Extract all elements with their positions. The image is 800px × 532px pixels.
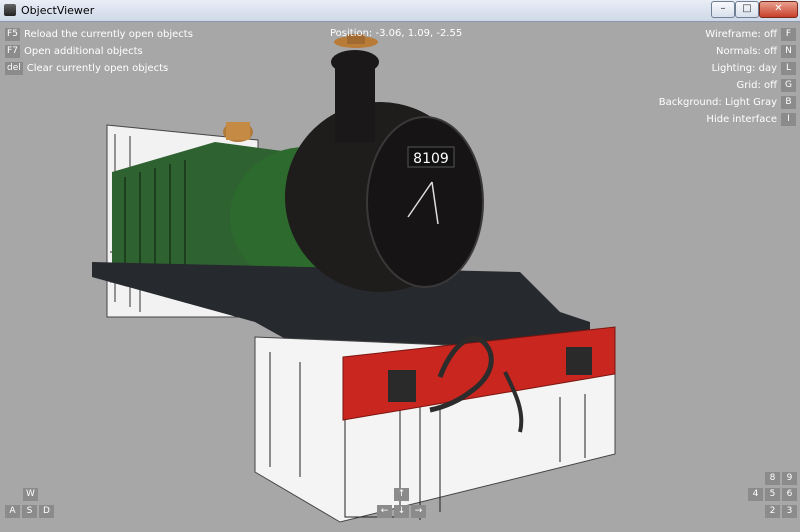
key-f7[interactable]: F7 [5,45,20,58]
key-w[interactable]: W [23,488,38,501]
key-s[interactable]: S [22,505,37,518]
number-plate: 8109 [413,151,449,167]
maximize-button[interactable]: □ [735,1,759,18]
camera-position-readout: Position: -3.06, 1.09, -2.55 [330,28,463,39]
hud-row-clear[interactable]: del Clear currently open objects [5,60,193,77]
hud-label-background: Background: Light Gray [658,97,777,108]
minimize-button[interactable]: – [711,1,735,18]
key-3[interactable]: 3 [782,505,797,518]
key-f[interactable]: F [781,28,796,41]
hud-row-lighting[interactable]: Lighting: day L [659,60,796,77]
key-i[interactable]: I [781,113,796,126]
key-del[interactable]: del [5,62,23,75]
key-d[interactable]: D [39,505,54,518]
key-6[interactable]: 6 [782,488,797,501]
key-l[interactable]: L [781,62,796,75]
left-buffer [388,370,416,402]
key-8[interactable]: 8 [765,472,780,485]
key-arrow-down[interactable]: ↓ [394,505,409,518]
hud-label-lighting: Lighting: day [711,63,777,74]
key-arrow-left[interactable]: ← [377,505,392,518]
key-arrow-up[interactable]: ↑ [394,488,409,501]
hud-label-grid: Grid: off [736,80,777,91]
key-b[interactable]: B [781,96,796,109]
key-g[interactable]: G [781,79,796,92]
3d-viewport[interactable]: 8109 F5 Reload the currently open objects [0,22,800,532]
hud-row-hide-interface[interactable]: Hide interface I [659,111,796,128]
hud-row-reload[interactable]: F5 Reload the currently open objects [5,26,193,43]
key-arrow-right[interactable]: → [411,505,426,518]
hud-label-reload: Reload the currently open objects [24,29,193,40]
smokebox-door [366,116,484,288]
hud-label-wireframe: Wireframe: off [705,29,777,40]
hud-label-hide-interface: Hide interface [706,114,777,125]
window-title: ObjectViewer [21,4,95,17]
hud-row-normals[interactable]: Normals: off N [659,43,796,60]
key-2[interactable]: 2 [765,505,780,518]
key-5[interactable]: 5 [765,488,780,501]
object-viewer-window: ObjectViewer – □ ✕ 8109 F5 Reload the cu… [0,0,800,532]
hud-label-open: Open additional objects [24,46,143,57]
hud-row-background[interactable]: Background: Light Gray B [659,94,796,111]
key-4[interactable]: 4 [748,488,763,501]
key-9[interactable]: 9 [782,472,797,485]
hud-label-clear: Clear currently open objects [26,63,169,74]
right-buffer [566,347,592,375]
hud-row-wireframe[interactable]: Wireframe: off F [659,26,796,43]
hud-right-panel: Wireframe: off F Normals: off N Lighting: … [659,26,796,128]
hud-row-open[interactable]: F7 Open additional objects [5,43,193,60]
hud-left-panel: F5 Reload the currently open objects F7 Op… [5,26,193,77]
hud-row-grid[interactable]: Grid: off G [659,77,796,94]
key-a[interactable]: A [5,505,20,518]
close-button[interactable]: ✕ [759,1,798,18]
key-f5[interactable]: F5 [5,28,20,41]
app-icon [4,4,16,16]
key-n[interactable]: N [781,45,796,58]
title-bar[interactable]: ObjectViewer – □ ✕ [0,0,800,22]
hud-label-normals: Normals: off [716,46,777,57]
